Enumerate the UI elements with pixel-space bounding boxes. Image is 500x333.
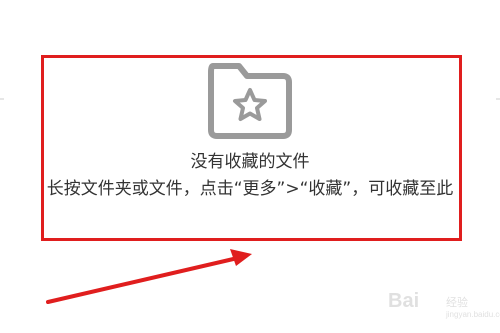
watermark-domain: jingyan.baidu.com — [446, 310, 500, 319]
watermark-brand: Bai — [388, 290, 420, 312]
annotation-highlight-box — [41, 55, 462, 241]
baidu-jingyan-watermark: Bai 经验 jingyan.baidu.com — [388, 288, 500, 328]
watermark-brand-cn: 经验 — [446, 296, 468, 309]
